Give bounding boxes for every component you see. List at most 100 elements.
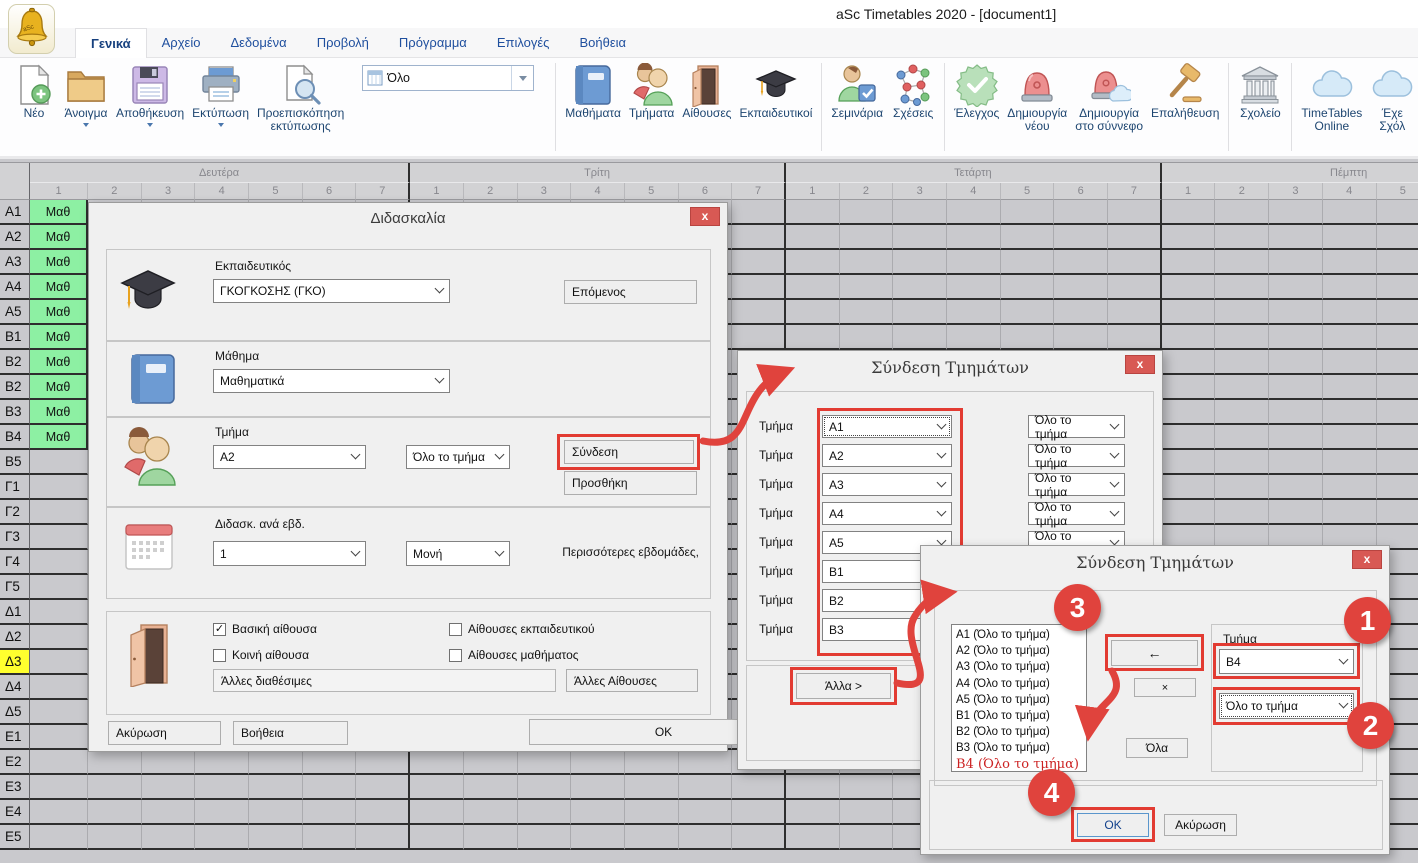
- grid-cell[interactable]: [518, 775, 572, 800]
- grid-cell[interactable]: [1162, 475, 1216, 500]
- grid-cell[interactable]: [30, 550, 88, 575]
- grid-cell[interactable]: [1269, 500, 1323, 525]
- grid-cell[interactable]: [1323, 425, 1377, 450]
- grid-cell[interactable]: [142, 800, 196, 825]
- grid-cell[interactable]: [1377, 250, 1418, 275]
- join-class-dropdown-A3[interactable]: A3: [822, 473, 952, 496]
- grid-cell[interactable]: [249, 750, 303, 775]
- grid-cell[interactable]: [30, 675, 88, 700]
- grid-cell[interactable]: [625, 775, 679, 800]
- grid-cell[interactable]: [893, 250, 947, 275]
- grid-cell[interactable]: [947, 200, 1001, 225]
- grid-cell[interactable]: [679, 750, 733, 775]
- join-scope-dropdown-A1[interactable]: Όλο το τμήμα: [1028, 415, 1125, 438]
- grid-cell[interactable]: [464, 800, 518, 825]
- grid-cell[interactable]: [1162, 325, 1216, 350]
- row-label-Γ2[interactable]: Γ2: [0, 500, 30, 525]
- grid-cell[interactable]: [1269, 375, 1323, 400]
- ribbon-cloud-22[interactable]: TimeTablesOnline: [1297, 63, 1366, 133]
- grid-cell[interactable]: [1001, 300, 1055, 325]
- close-icon[interactable]: x: [1125, 355, 1155, 374]
- grid-cell[interactable]: [1269, 225, 1323, 250]
- grid-cell[interactable]: [840, 775, 894, 800]
- grid-cell[interactable]: [947, 225, 1001, 250]
- grid-cell[interactable]: [1269, 325, 1323, 350]
- join2-class-dropdown[interactable]: B4: [1219, 649, 1354, 674]
- lesson-card[interactable]: Μαθ: [30, 375, 88, 400]
- row-label-Δ3[interactable]: Δ3: [0, 650, 30, 675]
- grid-cell[interactable]: [786, 300, 840, 325]
- list-item[interactable]: B1 (Όλο το τμήμα): [952, 708, 1086, 724]
- join2-scope-dropdown[interactable]: Όλο το τμήμα: [1219, 693, 1354, 719]
- list-item[interactable]: A5 (Όλο το τμήμα): [952, 692, 1086, 708]
- row-label-B2[interactable]: B2: [0, 350, 30, 375]
- ribbon-relations-network-13[interactable]: Σχέσεις: [887, 63, 939, 120]
- grid-cell[interactable]: [1215, 450, 1269, 475]
- grid-cell[interactable]: [732, 800, 786, 825]
- grid-cell[interactable]: [30, 750, 88, 775]
- list-item[interactable]: A3 (Όλο το τμήμα): [952, 659, 1086, 675]
- grid-cell[interactable]: [1323, 475, 1377, 500]
- tab-Γενικά[interactable]: Γενικά: [75, 28, 147, 58]
- grid-cell[interactable]: [195, 800, 249, 825]
- grid-cell[interactable]: [410, 750, 464, 775]
- lesson-card[interactable]: Μαθ: [30, 250, 88, 275]
- grid-cell[interactable]: [786, 275, 840, 300]
- grid-cell[interactable]: [303, 775, 357, 800]
- grid-cell[interactable]: [518, 800, 572, 825]
- row-label-A5[interactable]: A5: [0, 300, 30, 325]
- grid-cell[interactable]: [1215, 350, 1269, 375]
- joined-classes-listbox[interactable]: A1 (Όλο το τμήμα)A2 (Όλο το τμήμα)A3 (Όλ…: [951, 624, 1087, 772]
- grid-cell[interactable]: [786, 800, 840, 825]
- grid-cell[interactable]: [1323, 325, 1377, 350]
- grid-cell[interactable]: [249, 825, 303, 850]
- grid-cell[interactable]: [786, 825, 840, 850]
- grid-cell[interactable]: [1054, 225, 1108, 250]
- weektype-dropdown[interactable]: Μονή: [406, 541, 510, 566]
- grid-cell[interactable]: [1162, 275, 1216, 300]
- grid-cell[interactable]: [195, 825, 249, 850]
- grid-cell[interactable]: [1377, 425, 1418, 450]
- ribbon-generate-cloud-17[interactable]: Δημιουργίαστο σύννεφο: [1071, 63, 1147, 133]
- grid-cell[interactable]: [464, 825, 518, 850]
- grid-cell[interactable]: [947, 300, 1001, 325]
- grid-cell[interactable]: [303, 800, 357, 825]
- grid-cell[interactable]: [1377, 275, 1418, 300]
- grid-cell[interactable]: [30, 800, 88, 825]
- grid-cell[interactable]: [1269, 250, 1323, 275]
- row-label-E2[interactable]: E2: [0, 750, 30, 775]
- more-options-button[interactable]: Άλλα >: [796, 673, 891, 699]
- tab-Δεδομένα[interactable]: Δεδομένα: [215, 28, 301, 58]
- grid-cell[interactable]: [1269, 300, 1323, 325]
- ribbon-lessons-book-7[interactable]: Μαθήματα: [561, 63, 625, 120]
- grid-cell[interactable]: [249, 775, 303, 800]
- grid-cell[interactable]: [1054, 300, 1108, 325]
- grid-cell[interactable]: [732, 225, 786, 250]
- all-button[interactable]: Όλα: [1126, 738, 1188, 758]
- grid-cell[interactable]: [30, 775, 88, 800]
- add-class-button[interactable]: Προσθήκη: [564, 471, 697, 495]
- grid-cell[interactable]: [1323, 225, 1377, 250]
- grid-cell[interactable]: [679, 825, 733, 850]
- grid-cell[interactable]: [840, 300, 894, 325]
- view-select[interactable]: Όλο: [362, 65, 534, 91]
- join-class-dropdown-A4[interactable]: A4: [822, 502, 952, 525]
- row-label-E3[interactable]: E3: [0, 775, 30, 800]
- shared-room-checkbox[interactable]: Κοινή αίθουσα: [213, 648, 309, 662]
- row-label-Γ5[interactable]: Γ5: [0, 575, 30, 600]
- row-label-E5[interactable]: E5: [0, 825, 30, 850]
- view-select-dropdown-button[interactable]: [511, 66, 533, 90]
- grid-cell[interactable]: [142, 775, 196, 800]
- grid-cell[interactable]: [1215, 475, 1269, 500]
- grid-cell[interactable]: [840, 325, 894, 350]
- grid-cell[interactable]: [1215, 200, 1269, 225]
- grid-cell[interactable]: [356, 825, 410, 850]
- other-available-field[interactable]: Άλλες διαθέσιμες: [213, 669, 556, 692]
- grid-cell[interactable]: [518, 750, 572, 775]
- lesson-card[interactable]: Μαθ: [30, 350, 88, 375]
- grid-cell[interactable]: [893, 275, 947, 300]
- grid-cell[interactable]: [195, 750, 249, 775]
- grid-cell[interactable]: [1162, 500, 1216, 525]
- grid-cell[interactable]: [1323, 250, 1377, 275]
- grid-cell[interactable]: [571, 750, 625, 775]
